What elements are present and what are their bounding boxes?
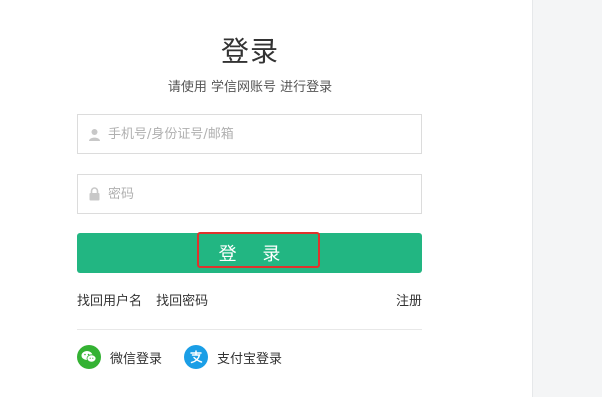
divider — [77, 329, 422, 330]
account-field-wrapper[interactable] — [77, 114, 422, 154]
right-panel — [532, 0, 602, 397]
find-password-link[interactable]: 找回密码 — [156, 294, 208, 309]
page-subtitle: 请使用 学信网账号 进行登录 — [167, 80, 333, 95]
alipay-login-label: 支付宝登录 — [217, 351, 283, 367]
wechat-login-label: 微信登录 — [110, 351, 163, 367]
find-username-link[interactable]: 找回用户名 — [77, 294, 142, 309]
login-button[interactable]: 登 录 — [77, 233, 422, 273]
alipay-login[interactable]: 支付宝登录 — [184, 345, 282, 369]
account-links: 找回用户名 找回密码 注册 — [77, 290, 422, 309]
wechat-login[interactable]: 微信登录 — [77, 345, 162, 369]
alipay-icon — [184, 345, 209, 369]
page-title: 登录 — [220, 35, 279, 68]
password-input[interactable] — [106, 185, 410, 203]
user-icon — [87, 127, 101, 141]
login-page: 登录 请使用 学信网账号 进行登录 登 录 找回用户名 找回密码 注册 — [0, 0, 602, 397]
register-link[interactable]: 注册 — [396, 290, 422, 309]
account-input[interactable] — [106, 125, 410, 143]
social-login: 微信登录 支付宝登录 — [77, 345, 304, 369]
password-field-wrapper[interactable] — [77, 174, 422, 214]
lock-icon — [87, 187, 101, 201]
wechat-icon — [77, 345, 101, 369]
